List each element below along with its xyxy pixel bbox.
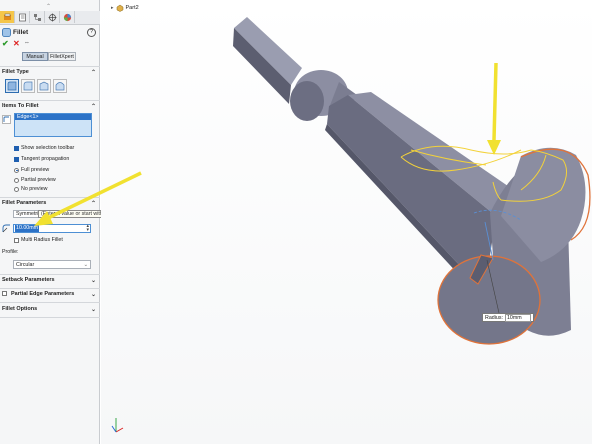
section-title: Partial Edge Parameters xyxy=(11,291,75,297)
section-title: Fillet Parameters xyxy=(2,200,47,206)
property-manager-icon xyxy=(18,13,26,21)
configuration-manager-icon xyxy=(33,13,41,21)
tab-display-manager[interactable] xyxy=(60,11,75,23)
chevron-up-icon: ⌃ xyxy=(90,70,96,76)
variable-size-fillet-icon[interactable] xyxy=(21,79,35,93)
tab-manual[interactable]: Manual xyxy=(22,52,48,61)
feature-manager-icon xyxy=(3,13,11,20)
fillet-feature-icon xyxy=(2,28,11,37)
constant-size-fillet-icon[interactable] xyxy=(5,79,19,93)
checkbox[interactable] xyxy=(2,291,7,297)
checkbox-checked[interactable] xyxy=(14,156,19,162)
chevron-up-icon: ⌃ xyxy=(90,201,96,207)
tab-dimxpert-manager[interactable] xyxy=(45,11,60,23)
spin-down-icon[interactable]: ▾ xyxy=(86,228,89,233)
axis-triad[interactable] xyxy=(111,418,124,433)
dimxpert-crosshair-icon xyxy=(48,13,56,21)
divider xyxy=(0,288,100,289)
callout-arrow-down xyxy=(487,62,501,155)
display-manager-icon xyxy=(63,13,71,21)
section-fillet-options[interactable]: Fillet Options ⌄ xyxy=(2,306,98,313)
option-label: No preview xyxy=(21,186,48,192)
option-label: Multi Radius Fillet xyxy=(21,237,63,243)
chevron-up-icon: ⌃ xyxy=(90,104,96,110)
option-label: Partial preview xyxy=(21,177,56,183)
chevron-down-icon: ⌄ xyxy=(83,262,88,268)
tab-filletxpert[interactable]: FilletXpert xyxy=(48,52,76,61)
profile-label: Profile: xyxy=(2,249,19,255)
divider xyxy=(0,100,100,101)
divider xyxy=(0,302,100,303)
multi-radius-fillet-option[interactable]: Multi Radius Fillet xyxy=(14,237,63,243)
option-label: Show selection toolbar xyxy=(21,145,75,151)
radio[interactable] xyxy=(14,186,19,192)
checkbox[interactable] xyxy=(14,237,19,243)
full-round-fillet-icon[interactable] xyxy=(53,79,67,93)
ok-button[interactable]: ✔ xyxy=(2,39,9,48)
radio[interactable] xyxy=(14,177,19,183)
option-label: Tangent propagation xyxy=(21,156,70,162)
show-selection-toolbar-option[interactable]: Show selection toolbar xyxy=(14,145,74,151)
radius-input[interactable]: 10.00mm ▴ ▾ xyxy=(13,224,91,233)
cancel-button[interactable]: ✕ xyxy=(13,39,20,48)
section-partial-edge-parameters[interactable]: Partial Edge Parameters ⌄ xyxy=(2,291,98,298)
chevron-down-icon: ⌄ xyxy=(90,307,96,313)
section-setback-parameters[interactable]: Setback Parameters ⌄ xyxy=(2,277,98,284)
divider xyxy=(0,274,100,275)
panel-title: Fillet xyxy=(13,29,29,36)
pin-button[interactable]: ⇔ xyxy=(24,40,30,46)
profile-select[interactable]: Circular ⌄ xyxy=(13,260,91,269)
help-button[interactable]: ? xyxy=(87,28,96,37)
section-title: Items To Fillet xyxy=(2,103,39,109)
radio-selected[interactable] xyxy=(14,167,19,173)
list-item[interactable]: Edge<1> xyxy=(15,114,91,120)
section-title: Fillet Options xyxy=(2,306,38,312)
section-fillet-parameters[interactable]: Fillet Parameters ⌃ xyxy=(2,200,98,207)
shaft-body xyxy=(233,17,302,104)
chevron-down-icon: ⌄ xyxy=(90,292,96,298)
divider xyxy=(0,197,100,198)
radius-callout-value[interactable]: 10mm xyxy=(504,313,531,322)
partial-preview-option[interactable]: Partial preview xyxy=(14,177,56,183)
option-label: Full preview xyxy=(21,167,50,173)
section-title: Fillet Type xyxy=(2,69,29,75)
radius-callout[interactable]: Radius: 10mm xyxy=(482,313,534,322)
no-preview-option[interactable]: No preview xyxy=(14,186,48,192)
tab-feature-manager[interactable] xyxy=(0,11,15,23)
full-preview-option[interactable]: Full preview xyxy=(14,167,49,173)
section-title: Setback Parameters xyxy=(2,277,55,283)
section-items-to-fillet[interactable]: Items To Fillet ⌃ xyxy=(2,103,98,110)
items-to-fillet-list[interactable]: Edge<1> xyxy=(14,113,92,137)
fillet-type-buttons xyxy=(5,79,67,93)
panel-grip[interactable]: ⌃ xyxy=(46,3,51,10)
section-fillet-type[interactable]: Fillet Type ⌃ xyxy=(2,69,98,76)
tab-property-manager[interactable] xyxy=(15,11,30,23)
radius-callout-label: Radius: xyxy=(485,314,503,321)
checkbox-checked[interactable] xyxy=(14,145,19,151)
divider xyxy=(0,66,100,67)
edge-selection-icon xyxy=(2,115,11,124)
tab-configuration-manager[interactable] xyxy=(30,11,45,23)
property-manager-panel: ⌃ Fillet ? ✔ ✕ ⇔ Manual FilletXpert Fill… xyxy=(0,0,164,444)
radius-icon xyxy=(2,224,10,233)
profile-value: Circular xyxy=(16,262,35,268)
chevron-down-icon: ⌄ xyxy=(90,278,96,284)
graphics-area[interactable]: ▸ Part2 Radius: 10mm xyxy=(101,0,592,444)
manager-tabs xyxy=(0,11,100,25)
tangent-propagation-option[interactable]: Tangent propagation xyxy=(14,156,69,162)
divider xyxy=(0,317,100,318)
face-fillet-icon[interactable] xyxy=(37,79,51,93)
radius-value: 10.00mm xyxy=(15,225,40,232)
model-view[interactable] xyxy=(101,0,592,444)
